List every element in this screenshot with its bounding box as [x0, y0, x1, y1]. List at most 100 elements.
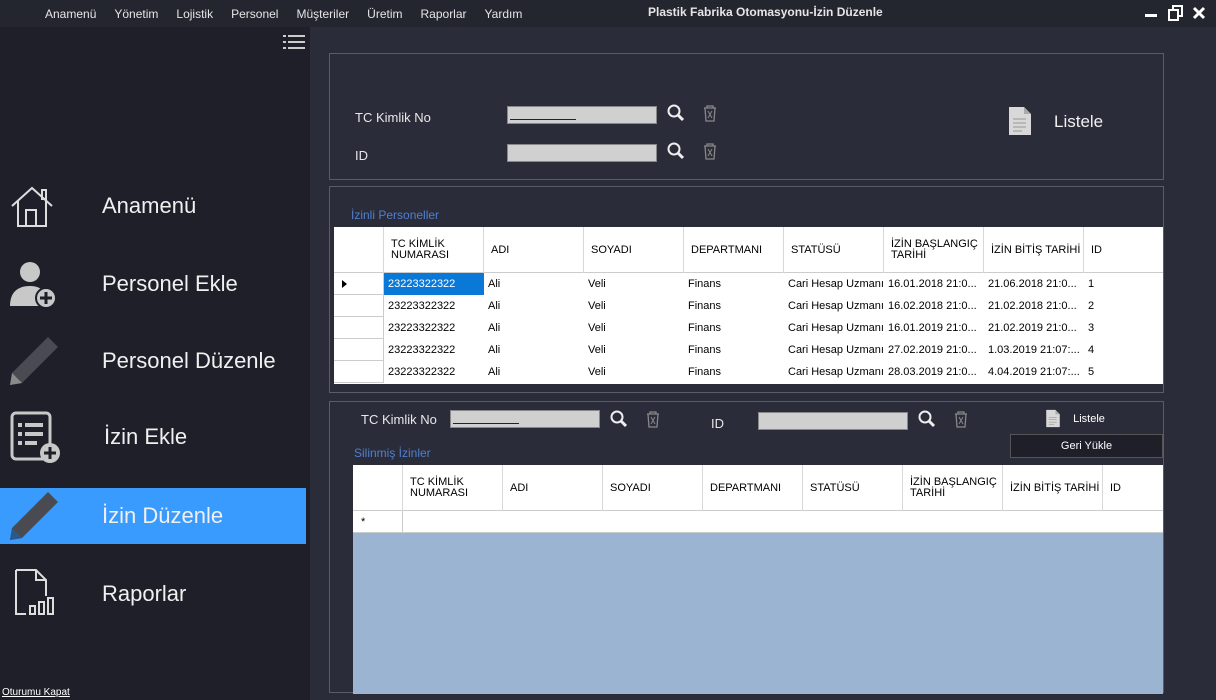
table-cell[interactable]: Ali [484, 273, 584, 295]
table-cell[interactable]: Finans [684, 273, 784, 295]
column-header[interactable]: ID [1084, 227, 1163, 273]
table-cell[interactable]: 2 [1084, 295, 1163, 317]
table-cell[interactable]: 21.06.2018 21:0... [984, 273, 1084, 295]
sidebar-item-raporlar[interactable]: Raporlar [0, 566, 306, 622]
sidebar-item-personel-ekle[interactable]: Personel Ekle [0, 256, 306, 312]
table-cell[interactable]: Cari Hesap Uzmanı [784, 295, 884, 317]
column-header[interactable]: ADI [503, 465, 603, 511]
menu-yonetim[interactable]: Yönetim [114, 7, 158, 21]
menu-musteriler[interactable]: Müşteriler [296, 7, 349, 21]
table-cell[interactable]: 1.03.2019 21:07:... [984, 339, 1084, 361]
row-header[interactable] [334, 317, 384, 339]
table-cell[interactable]: Ali [484, 361, 584, 383]
column-header[interactable]: TC KİMLİK NUMARASI [403, 465, 503, 511]
trash-icon[interactable] [643, 409, 663, 429]
close-icon[interactable] [1190, 4, 1208, 22]
table-cell[interactable]: Cari Hesap Uzmanı [784, 339, 884, 361]
deleted-id-input[interactable] [758, 412, 908, 430]
table-cell[interactable]: Veli [584, 361, 684, 383]
trash-icon[interactable] [951, 409, 971, 429]
menu-lojistik[interactable]: Lojistik [176, 7, 213, 21]
row-header[interactable] [334, 295, 384, 317]
table-cell[interactable]: Ali [484, 339, 584, 361]
hamburger-menu-icon[interactable] [283, 34, 305, 50]
table-cell[interactable]: Cari Hesap Uzmanı [784, 317, 884, 339]
table-cell[interactable]: 21.02.2019 21:0... [984, 317, 1084, 339]
table-cell[interactable]: 16.01.2019 21:0... [884, 317, 984, 339]
table-cell[interactable]: Finans [684, 317, 784, 339]
table-cell[interactable]: 23223322322 [384, 317, 484, 339]
search-icon[interactable] [666, 141, 686, 161]
column-header[interactable]: STATÜSÜ [803, 465, 903, 511]
table-cell[interactable]: 28.03.2019 21:0... [884, 361, 984, 383]
table-cell[interactable]: Veli [584, 317, 684, 339]
table-cell[interactable]: 23223322322 [384, 295, 484, 317]
table-cell[interactable]: 4 [1084, 339, 1163, 361]
row-header[interactable] [334, 361, 384, 383]
deleted-listele-button[interactable]: Listele [1066, 413, 1112, 425]
menu-uretim[interactable]: Üretim [367, 7, 402, 21]
restore-button[interactable]: Geri Yükle [1010, 434, 1163, 458]
column-header[interactable]: İZİN BAŞLANGIÇ TARİHİ [903, 465, 1003, 511]
row-header[interactable] [334, 273, 384, 295]
search-icon[interactable] [917, 409, 937, 429]
menu-yardim[interactable]: Yardım [485, 7, 523, 21]
table-cell[interactable]: Ali [484, 317, 584, 339]
table-cell[interactable]: Cari Hesap Uzmanı [784, 273, 884, 295]
table-row[interactable]: 23223322322 Ali Veli Finans Cari Hesap Uzman… [334, 273, 1163, 295]
sidebar-item-izin-duzenle[interactable]: İzin Düzenle [0, 488, 306, 544]
new-row[interactable]: * [353, 511, 1163, 533]
column-header[interactable]: DEPARTMANI [703, 465, 803, 511]
document-icon[interactable] [1007, 106, 1033, 136]
column-header[interactable]: ADI [484, 227, 584, 273]
table-cell[interactable]: 4.04.2019 21:07:... [984, 361, 1084, 383]
trash-icon[interactable] [700, 141, 720, 161]
table-cell[interactable]: 23223322322 [384, 339, 484, 361]
table-cell[interactable]: Ali [484, 295, 584, 317]
sidebar-item-personel-duzenle[interactable]: Personel Düzenle [0, 333, 306, 389]
column-header[interactable]: ID [1103, 465, 1163, 511]
table-cell[interactable]: 16.02.2018 21:0... [884, 295, 984, 317]
search-icon[interactable] [609, 409, 629, 429]
table-cell[interactable]: Cari Hesap Uzmanı [784, 361, 884, 383]
table-cell[interactable]: 5 [1084, 361, 1163, 383]
listele-button[interactable]: Listele [1054, 112, 1103, 132]
restore-icon[interactable] [1166, 4, 1184, 22]
table-cell[interactable]: Finans [684, 295, 784, 317]
column-header[interactable]: İZİN BİTİŞ TARİHİ [984, 227, 1084, 273]
deleted-grid[interactable]: TC KİMLİK NUMARASI ADI SOYADI DEPARTMANI… [353, 465, 1163, 694]
table-row[interactable]: 23223322322 Ali Veli Finans Cari Hesap Uzman… [334, 295, 1163, 317]
trash-icon[interactable] [700, 103, 720, 123]
column-header[interactable]: STATÜSÜ [784, 227, 884, 273]
menu-anamenu[interactable]: Anamenü [45, 7, 96, 21]
id-input[interactable] [507, 144, 657, 162]
column-header[interactable]: DEPARTMANI [684, 227, 784, 273]
table-cell[interactable]: Finans [684, 361, 784, 383]
search-icon[interactable] [666, 103, 686, 123]
minimize-icon[interactable] [1142, 4, 1160, 22]
column-header[interactable]: İZİN BAŞLANGIÇ TARİHİ [884, 227, 984, 273]
column-header[interactable]: TC KİMLİK NUMARASI [384, 227, 484, 273]
deleted-tc-input[interactable] [450, 410, 600, 428]
logout-link[interactable]: Oturumu Kapat [2, 687, 70, 698]
column-header[interactable]: SOYADI [584, 227, 684, 273]
menu-personel[interactable]: Personel [231, 7, 278, 21]
table-cell[interactable]: Veli [584, 273, 684, 295]
table-cell[interactable]: 3 [1084, 317, 1163, 339]
table-cell[interactable]: 23223322322 [384, 273, 484, 295]
table-row[interactable]: 23223322322 Ali Veli Finans Cari Hesap Uzman… [334, 339, 1163, 361]
sidebar-item-anamenu[interactable]: Anamenü [0, 178, 306, 234]
table-row[interactable]: 23223322322 Ali Veli Finans Cari Hesap Uzman… [334, 317, 1163, 339]
tc-input[interactable] [507, 106, 657, 124]
table-cell[interactable]: 23223322322 [384, 361, 484, 383]
sidebar-item-izin-ekle[interactable]: İzin Ekle [0, 409, 306, 465]
leave-grid[interactable]: TC KİMLİK NUMARASI ADI SOYADI DEPARTMANI… [334, 227, 1163, 384]
table-cell[interactable]: 27.02.2019 21:0... [884, 339, 984, 361]
table-cell[interactable]: 21.02.2018 21:0... [984, 295, 1084, 317]
document-icon[interactable] [1045, 409, 1061, 428]
menu-raporlar[interactable]: Raporlar [421, 7, 467, 21]
column-header[interactable]: İZİN BİTİŞ TARİHİ [1003, 465, 1103, 511]
column-header[interactable]: SOYADI [603, 465, 703, 511]
table-cell[interactable]: Veli [584, 339, 684, 361]
row-header[interactable] [334, 339, 384, 361]
